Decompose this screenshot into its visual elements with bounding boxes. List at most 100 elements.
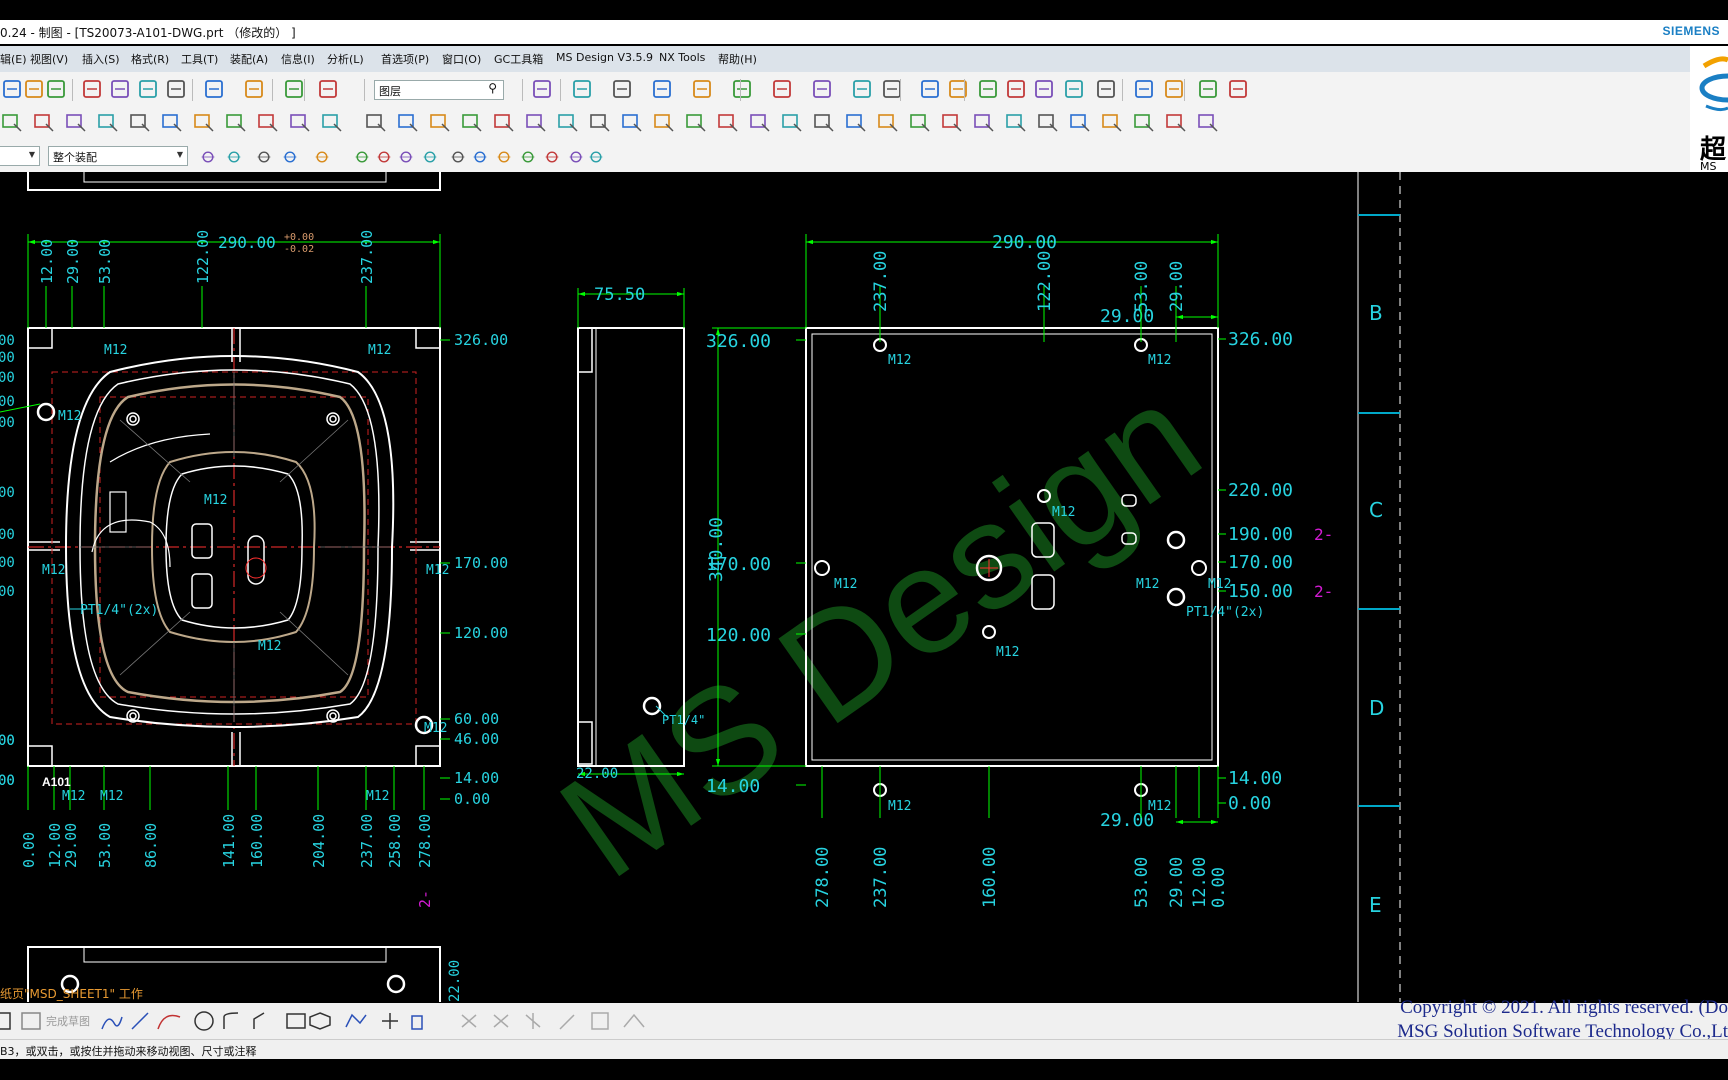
drafting-tool-icon-7[interactable] bbox=[224, 110, 248, 134]
profile-icon[interactable] bbox=[101, 1016, 123, 1030]
image-icon[interactable] bbox=[1226, 77, 1250, 101]
v1-bottom-ordinate[interactable]: 29.00 bbox=[62, 823, 80, 868]
drafting-tool-icon-31[interactable] bbox=[1004, 110, 1028, 134]
drafting-tool-icon-35[interactable] bbox=[1132, 110, 1156, 134]
v1-bottom-ordinate[interactable]: 141.00 bbox=[220, 814, 238, 868]
finish-sketch-icon[interactable] bbox=[21, 1012, 41, 1030]
studio-spline-icon[interactable] bbox=[345, 1013, 367, 1028]
line-icon[interactable] bbox=[131, 1012, 149, 1030]
drafting-tool-icon-9[interactable] bbox=[288, 110, 312, 134]
v3-bottom-ordinate[interactable]: 53.00 bbox=[1132, 857, 1152, 908]
snap-tool-icon-7[interactable] bbox=[396, 147, 415, 166]
snap-tool-icon-0[interactable] bbox=[198, 147, 217, 166]
v1-top-ordinate[interactable]: 237.00 bbox=[358, 230, 376, 284]
hammer-icon[interactable] bbox=[282, 77, 306, 101]
v1-left-partial[interactable]: 00 bbox=[0, 773, 15, 789]
drafting-tool-icon-10[interactable] bbox=[320, 110, 344, 134]
drafting-tool-icon-22[interactable] bbox=[716, 110, 740, 134]
circle-icon[interactable] bbox=[194, 1011, 214, 1031]
snap-tool-icon-12[interactable] bbox=[518, 147, 537, 166]
v1-left-partial[interactable]: 00 bbox=[0, 370, 15, 386]
drafting-tool-icon-37[interactable] bbox=[1196, 110, 1220, 134]
arc-icon[interactable] bbox=[157, 1014, 181, 1030]
drafting-tool-icon-6[interactable] bbox=[192, 110, 216, 134]
v1-hole-label[interactable]: M12 bbox=[424, 721, 447, 736]
label-icon[interactable] bbox=[976, 77, 1000, 101]
rectangle-icon[interactable] bbox=[286, 1013, 306, 1029]
menu-item-1[interactable]: 视图(V) bbox=[30, 51, 68, 67]
cut-icon[interactable] bbox=[80, 77, 104, 101]
quick-extend-icon[interactable] bbox=[493, 1014, 509, 1028]
drafting-tool-icon-1[interactable] bbox=[32, 110, 56, 134]
snap-tool-icon-8[interactable] bbox=[420, 147, 439, 166]
drafting-tool-icon-17[interactable] bbox=[556, 110, 580, 134]
v3-hole-label[interactable]: M12 bbox=[1148, 799, 1171, 814]
v3-top-dim[interactable]: 290.00 bbox=[992, 232, 1057, 253]
drafting-tool-icon-29[interactable] bbox=[940, 110, 964, 134]
point-icon[interactable] bbox=[382, 1013, 398, 1029]
v2-top-dim[interactable]: 75.50 bbox=[594, 285, 645, 305]
drafting-tool-icon-30[interactable] bbox=[972, 110, 996, 134]
view-1-plate-top[interactable]: 290.00 +0.00 -0.02 12.00 29.00 53.00 122.00… bbox=[0, 172, 508, 908]
drafting-tool-icon-32[interactable] bbox=[1036, 110, 1060, 134]
partial-dim[interactable]: 22.00 bbox=[447, 960, 463, 1002]
drafting-tool-icon-27[interactable] bbox=[876, 110, 900, 134]
drafting-tool-icon-34[interactable] bbox=[1100, 110, 1124, 134]
snap-tool-icon-11[interactable] bbox=[494, 147, 513, 166]
v3-right-ordinate[interactable]: 150.00 bbox=[1228, 581, 1293, 602]
v3-left-ordinate[interactable]: 326.00 bbox=[706, 331, 771, 352]
fit-icon[interactable] bbox=[530, 77, 554, 101]
menu-item-4[interactable]: 工具(T) bbox=[181, 51, 218, 67]
v1-right-ordinate[interactable]: 60.00 bbox=[454, 710, 499, 728]
drafting-icon[interactable] bbox=[946, 77, 970, 101]
open-icon[interactable] bbox=[22, 77, 46, 101]
menu-item-3[interactable]: 格式(R) bbox=[131, 51, 169, 67]
grid-icon[interactable] bbox=[770, 77, 794, 101]
v3-pt-callout[interactable]: PT1/4"(2x) bbox=[1186, 605, 1264, 620]
v1-bottom-ordinate[interactable]: 86.00 bbox=[142, 823, 160, 868]
snap-tool-icon-3[interactable] bbox=[280, 147, 299, 166]
v1-left-partial[interactable]: 00 bbox=[0, 555, 15, 571]
v3-bottom-ordinate[interactable]: 278.00 bbox=[813, 847, 833, 908]
polygon-icon[interactable] bbox=[309, 1012, 331, 1030]
drafting-tool-icon-5[interactable] bbox=[160, 110, 184, 134]
v1-right-ordinate[interactable]: 326.00 bbox=[454, 331, 508, 349]
v1-left-partial[interactable]: 00 bbox=[0, 415, 15, 431]
annotation-icon[interactable] bbox=[918, 77, 942, 101]
filter-combo[interactable]: ▼ bbox=[0, 146, 40, 166]
finish-sketch-label[interactable]: 完成草图 bbox=[46, 1013, 90, 1029]
snap-tool-icon-14[interactable] bbox=[566, 147, 585, 166]
toolbar-dropdown[interactable] bbox=[0, 1012, 11, 1030]
v3-right-ordinate[interactable]: 220.00 bbox=[1228, 480, 1293, 501]
v1-right-ordinate[interactable]: 170.00 bbox=[454, 554, 508, 572]
view-4-partial[interactable]: 22.00 纸页"MSD_SHEET1" 工作 bbox=[0, 946, 463, 1002]
derived-line-icon[interactable] bbox=[559, 1014, 575, 1030]
v1-top-ordinate[interactable]: 53.00 bbox=[96, 239, 114, 284]
v1-left-partial[interactable]: 00 bbox=[0, 733, 15, 749]
v1-bottom-ordinate[interactable]: 258.00 bbox=[386, 814, 404, 868]
v1-right-ordinate[interactable]: 46.00 bbox=[454, 730, 499, 748]
rotate-icon[interactable] bbox=[1032, 77, 1056, 101]
v1-bottom-prefix[interactable]: 2- bbox=[416, 890, 434, 908]
v1-left-partial[interactable]: 00 bbox=[0, 584, 15, 600]
v3-right-suffix[interactable]: 2- bbox=[1314, 582, 1333, 601]
v3-right-ordinate[interactable]: 0.00 bbox=[1228, 793, 1271, 814]
snap-tool-icon-15[interactable] bbox=[586, 147, 605, 166]
v1-right-ordinate[interactable]: 120.00 bbox=[454, 624, 508, 642]
v1-bottom-ordinate[interactable]: 160.00 bbox=[248, 814, 266, 868]
v2-pt-callout[interactable]: PT1/4" bbox=[662, 713, 705, 727]
v2-bottom-dim[interactable]: 22.00 bbox=[576, 766, 618, 782]
v3-left-ordinate[interactable]: 14.00 bbox=[706, 776, 760, 797]
quick-trim-icon[interactable] bbox=[461, 1014, 477, 1028]
drafting-tool-icon-11[interactable] bbox=[364, 110, 388, 134]
v3-right-ordinate[interactable]: 326.00 bbox=[1228, 329, 1293, 350]
drawing-sheet[interactable]: MS Design B C D E 290.00 +0.00 -0.02 12.… bbox=[0, 172, 1728, 1002]
v1-hole-label[interactable]: M12 bbox=[426, 563, 449, 578]
snap-tool-icon-4[interactable] bbox=[312, 147, 331, 166]
move-icon[interactable] bbox=[650, 77, 674, 101]
drawing-canvas[interactable]: MS Design B C D E 290.00 +0.00 -0.02 12.… bbox=[0, 172, 1728, 1002]
v3-top-ordinate[interactable]: 237.00 bbox=[871, 251, 891, 312]
v3-hole-label[interactable]: M12 bbox=[1208, 577, 1231, 592]
v1-top-ordinate[interactable]: 29.00 bbox=[64, 239, 82, 284]
drafting-tool-icon-12[interactable] bbox=[396, 110, 420, 134]
